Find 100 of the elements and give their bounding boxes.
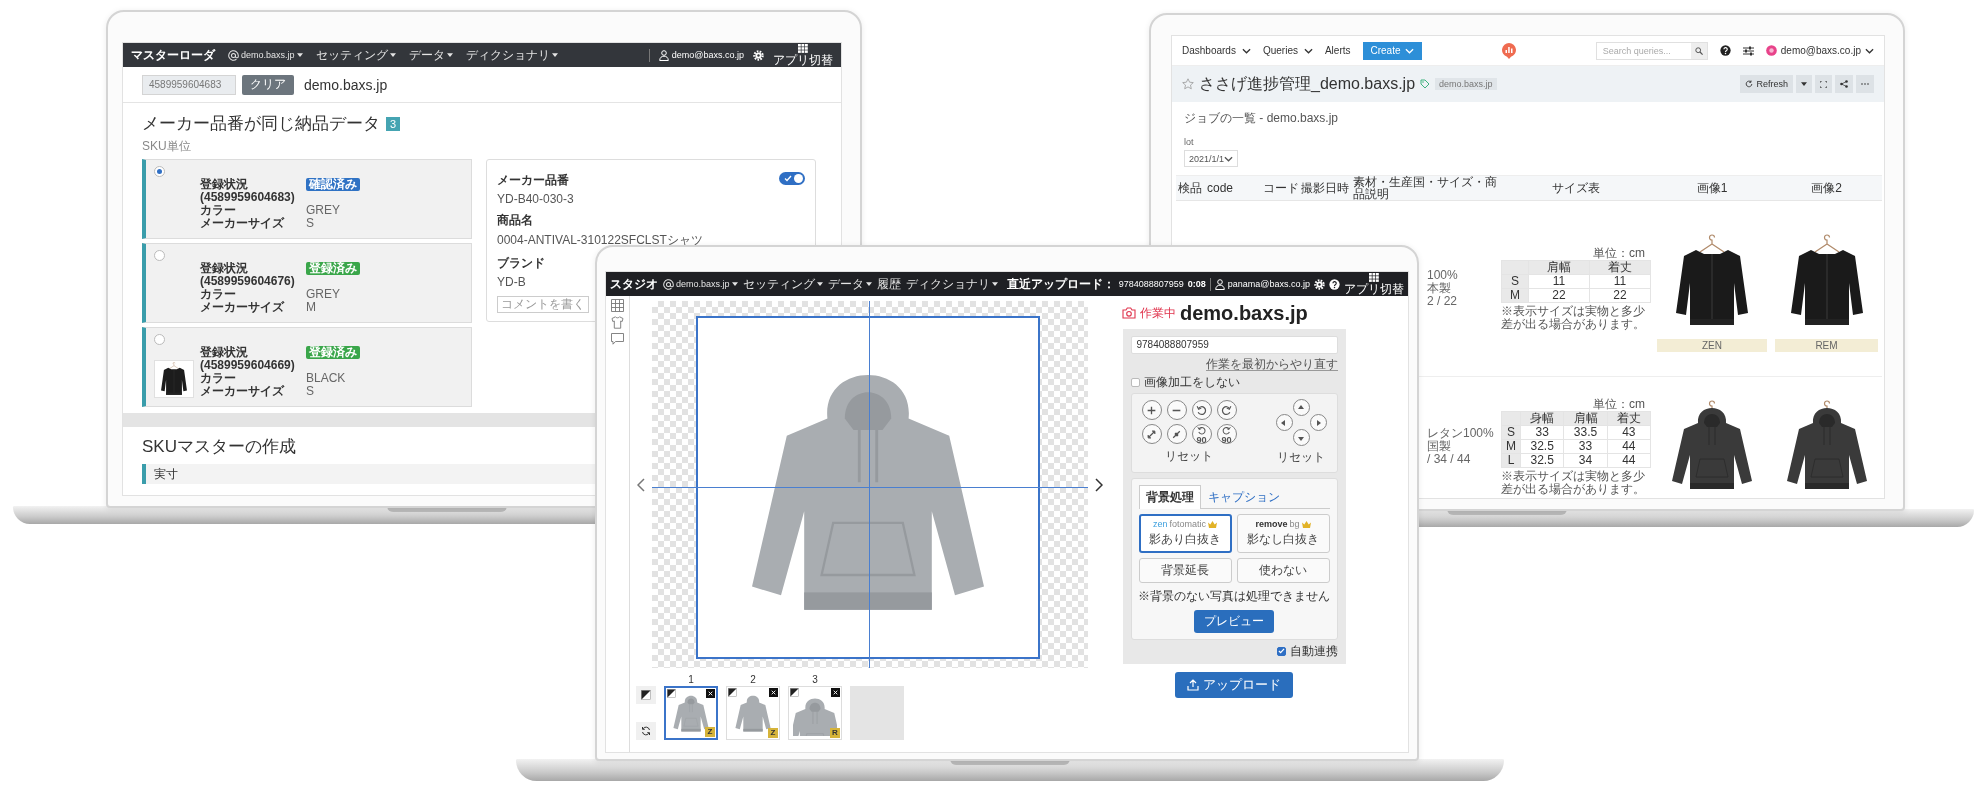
field-value: GREY: [306, 204, 341, 217]
sku-card[interactable]: 登録状況 登録済み (4589959604676) カラー GREY メーカーサイズ M: [142, 243, 472, 323]
reset-link[interactable]: リセット: [1277, 449, 1325, 466]
size-note: ※表示サイズは実物と多少差が出る場合があります。: [1501, 469, 1646, 496]
nav-menu[interactable]: セッティング: [315, 46, 396, 64]
code-field[interactable]: 9784088807959: [1130, 336, 1338, 354]
dropdown-button[interactable]: [1796, 75, 1812, 93]
column-header: コード: [1261, 175, 1299, 201]
nav-menu[interactable]: セッティング: [742, 275, 823, 293]
nav-menu[interactable]: ディクショナリ: [905, 275, 998, 293]
search-field[interactable]: 4589959604683: [142, 74, 236, 95]
rotate-left-button[interactable]: [1191, 400, 1212, 420]
thumbnail-number: 3: [812, 674, 818, 685]
thumbnail-tag: Z: [705, 727, 715, 737]
toggle-switch[interactable]: [779, 172, 805, 185]
nav-menu[interactable]: データ: [827, 275, 872, 293]
radio-button[interactable]: [154, 333, 165, 345]
user-menu[interactable]: demo@baxs.co.jp: [1765, 45, 1874, 56]
nav-menu[interactable]: demo.baxs.jp: [228, 49, 303, 61]
nav-menu[interactable]: Dashboards: [1182, 45, 1251, 56]
search-icon: [1694, 46, 1703, 55]
zoom-out-button[interactable]: [1166, 400, 1187, 420]
option-button[interactable]: 背景延長: [1138, 558, 1232, 583]
crop-frame[interactable]: [696, 316, 1040, 659]
section-subtitle: SKU単位: [142, 138, 192, 155]
nav-menu[interactable]: 履歴: [876, 275, 901, 293]
column-header: 着丈: [1607, 411, 1651, 425]
clear-button[interactable]: クリア: [242, 74, 294, 95]
restart-link[interactable]: 作業を最初からやり直す: [1205, 359, 1338, 371]
field-label: メーカーサイズ: [200, 301, 286, 314]
checkbox-label: 自動連携: [1289, 645, 1338, 657]
tab[interactable]: キャプション: [1200, 485, 1287, 509]
column-header: code: [1205, 175, 1261, 201]
shrink-icon: [1171, 428, 1182, 440]
parameter-label: lot: [1184, 137, 1195, 147]
image-caption: REM: [1775, 339, 1878, 352]
user-menu[interactable]: panama@baxs.co.jp: [1214, 278, 1310, 290]
app-switcher[interactable]: アプリ切替: [1344, 273, 1404, 295]
caret-icon: [446, 53, 453, 57]
reset-link[interactable]: リセット: [1165, 448, 1213, 465]
checkbox[interactable]: [1130, 377, 1140, 387]
chevron-down-icon: [1865, 47, 1874, 54]
description-text: 本製: [1427, 282, 1451, 295]
refresh-button[interactable]: [636, 722, 656, 740]
thumbnail[interactable]: R: [788, 686, 842, 740]
rotate-left-button[interactable]: 90: [1191, 424, 1212, 444]
count-badge: 3: [386, 116, 401, 131]
refresh-button[interactable]: Refresh: [1740, 75, 1793, 93]
rotate-right-button[interactable]: 90: [1216, 424, 1237, 444]
option-button[interactable]: remove bg 影なし白抜き: [1236, 514, 1330, 553]
help-icon: [1329, 278, 1340, 290]
checkbox[interactable]: [1276, 646, 1286, 656]
user-menu[interactable]: demo@baxs.co.jp: [658, 49, 744, 61]
column-header: 検品: [1176, 175, 1205, 201]
thumbnail[interactable]: Z: [726, 686, 780, 740]
thumbnail-tag: Z: [768, 728, 778, 738]
option-button[interactable]: zen fotomatic 影あり白抜き: [1138, 514, 1232, 553]
field-label: ブランド: [497, 255, 545, 272]
expand-icon: [1146, 428, 1157, 440]
radio-button[interactable]: [154, 249, 165, 261]
sku-card[interactable]: 登録状況 登録済み (4589959604669) カラー BLACK メーカーサイズ S: [142, 327, 472, 407]
upload-button[interactable]: アップロード: [1175, 672, 1293, 698]
app-switcher[interactable]: アプリ切替: [773, 44, 833, 66]
workspace-title: demo.baxs.jp: [1180, 301, 1308, 325]
nav-menu[interactable]: ディクショナリ: [465, 46, 558, 64]
move-left-button[interactable]: [1275, 414, 1293, 431]
caret-icon: [816, 282, 823, 286]
tab[interactable]: 背景処理: [1138, 485, 1201, 509]
empty-thumbnail-slot[interactable]: [850, 686, 904, 740]
nav-menu[interactable]: データ: [408, 46, 453, 64]
shrink-button[interactable]: [1166, 424, 1187, 444]
column-header: サイズ表: [1499, 175, 1653, 201]
invert-button[interactable]: [636, 686, 656, 704]
nav-menu[interactable]: demo.baxs.jp: [663, 278, 738, 290]
field-value: S: [306, 385, 315, 398]
status-badge: 登録済み: [306, 262, 360, 275]
jan-code: (4589959604676): [200, 275, 296, 288]
contrast-icon: [728, 688, 737, 697]
table-cell: 32.5: [1520, 439, 1564, 453]
option-button[interactable]: 使わない: [1236, 558, 1330, 583]
move-right-button[interactable]: [1309, 414, 1327, 431]
preview-button[interactable]: プレビュー: [1194, 610, 1274, 633]
expand-button[interactable]: [1141, 424, 1162, 444]
zoom-in-icon: [1146, 404, 1157, 416]
sku-card[interactable]: 登録状況 確認済み (4589959604683) カラー GREY メーカーサイズ S: [142, 159, 472, 239]
caret-icon: [296, 53, 303, 57]
nav-menu[interactable]: Alerts: [1324, 45, 1351, 56]
date-select[interactable]: 2021/1/1: [1184, 150, 1238, 167]
field-label: メーカーサイズ: [200, 217, 286, 230]
zoom-in-button[interactable]: [1141, 400, 1162, 420]
share-button[interactable]: [1835, 75, 1853, 93]
nav-menu[interactable]: Queries: [1262, 45, 1313, 56]
rotate-right-button[interactable]: [1216, 400, 1237, 420]
radio-button[interactable]: [154, 165, 165, 177]
thumbnail[interactable]: Z: [664, 686, 718, 740]
camera-icon: [1122, 307, 1136, 319]
move-down-button[interactable]: [1292, 429, 1310, 446]
app-logo-icon: [1501, 42, 1516, 59]
move-up-button[interactable]: [1292, 399, 1310, 416]
caret-icon: [389, 53, 396, 57]
